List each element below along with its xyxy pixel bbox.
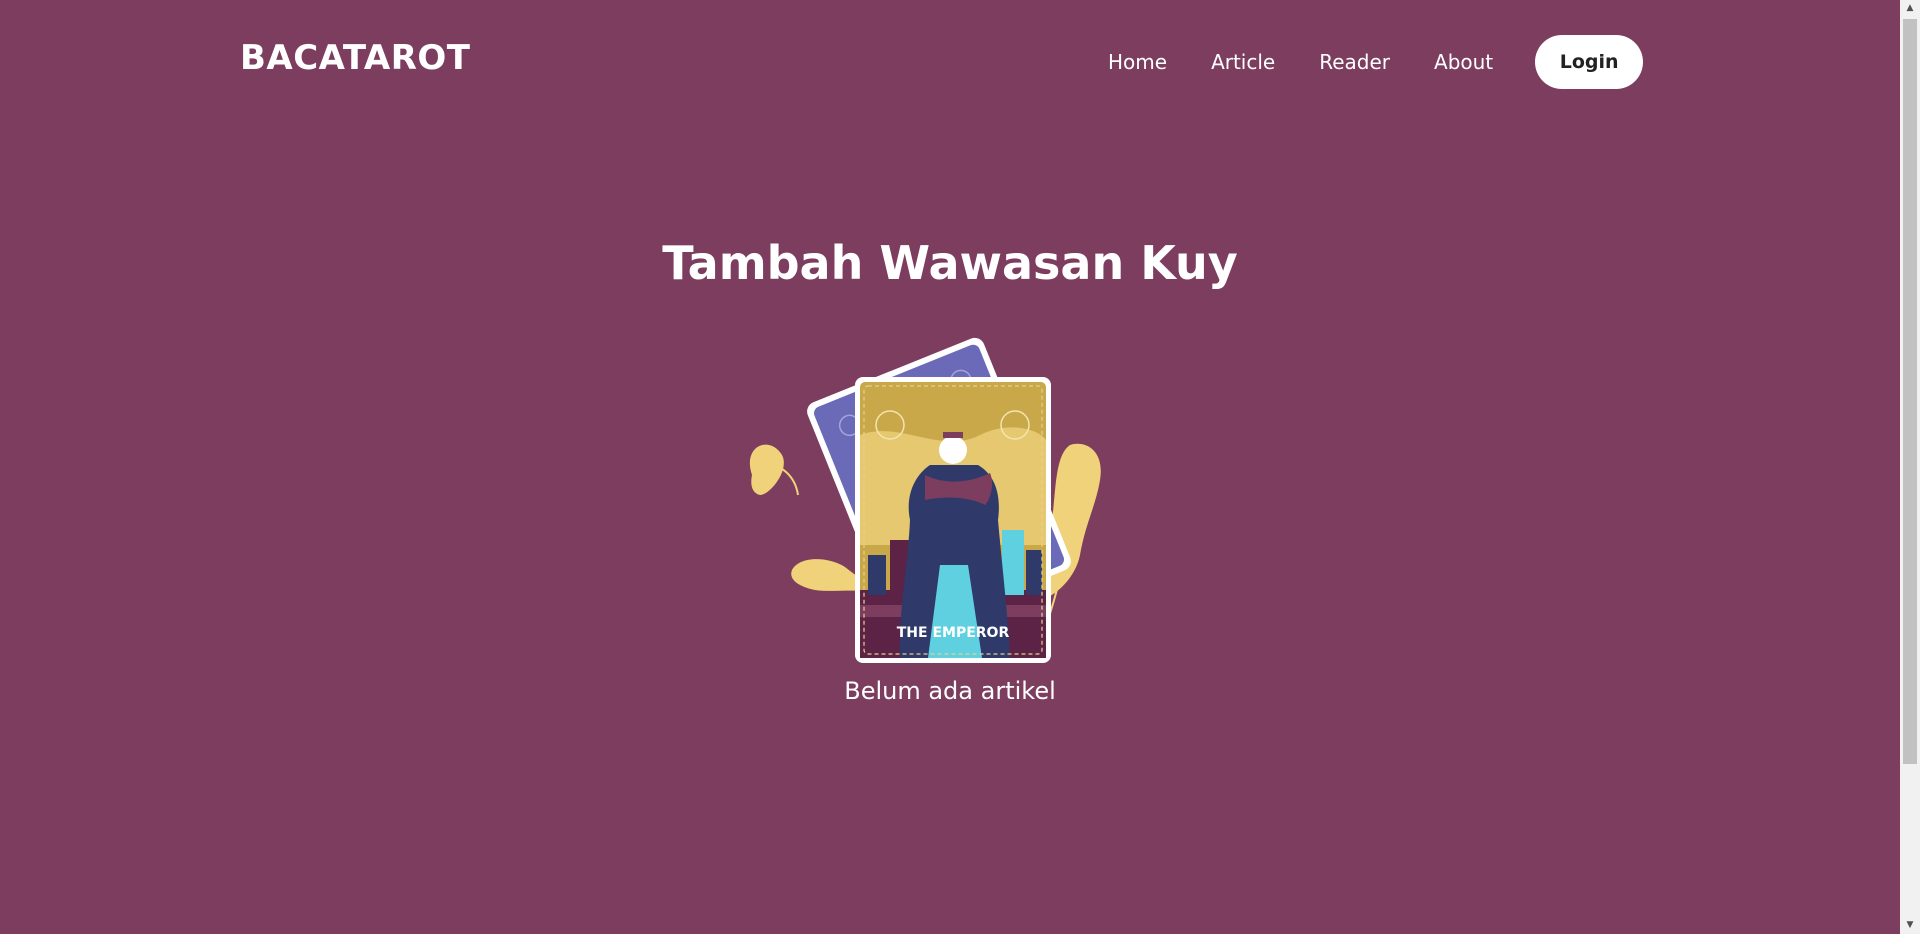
page-title: Tambah Wawasan Kuy [662,236,1238,290]
nav-article[interactable]: Article [1211,50,1275,74]
card-caption: THE EMPEROR [897,625,1010,641]
nav-about[interactable]: About [1434,50,1493,74]
nav-home[interactable]: Home [1108,50,1167,74]
login-button[interactable]: Login [1535,35,1644,89]
tarot-card-illustration: THE EMPEROR [749,337,1101,663]
page: BACATAROT Home Article Reader About Logi… [0,0,1920,934]
brand-logo[interactable]: BACATAROT [240,38,471,78]
empty-state-message: Belum ada artikel [844,677,1056,705]
scroll-thumb[interactable] [1903,19,1917,764]
scroll-down-arrow-icon[interactable]: ▼ [1900,917,1920,934]
vertical-scrollbar[interactable]: ▲ ▼ [1900,0,1920,934]
card-front [855,377,1051,663]
leaf-left-top [749,444,784,495]
scroll-up-arrow-icon[interactable]: ▲ [1900,0,1920,17]
nav-reader[interactable]: Reader [1319,50,1390,74]
main-nav: Home Article Reader About Login [1108,35,1644,89]
